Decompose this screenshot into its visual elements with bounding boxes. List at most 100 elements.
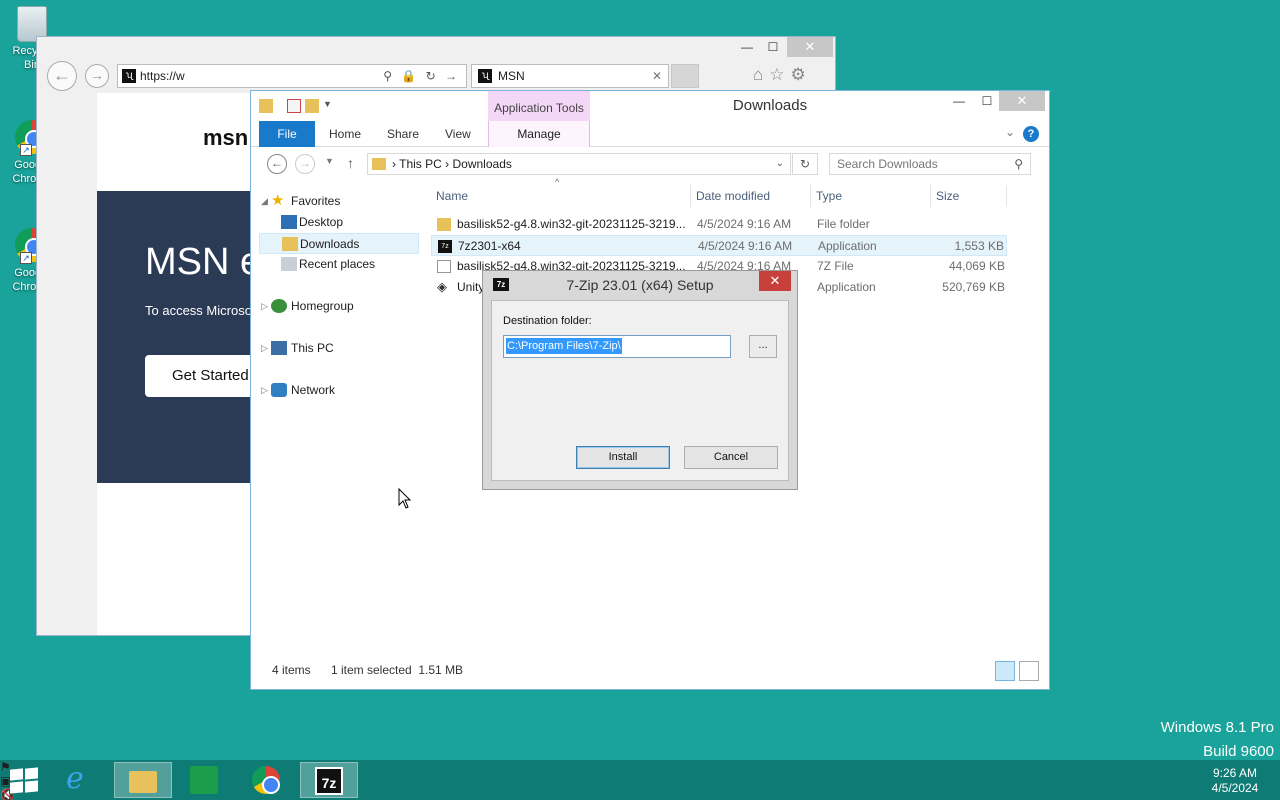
back-button[interactable]: ← [267,154,287,174]
dialog-body: Destination folder: C:\Program Files\7-Z… [491,300,789,481]
nav-this-pc[interactable]: ▷ This PC [259,338,419,359]
close-button[interactable]: ✕ [999,91,1045,111]
maximize-button[interactable]: ☐ [759,37,787,57]
taskbar-ie[interactable]: e [52,762,110,798]
shortcut-arrow-icon: ↗ [20,144,32,156]
large-icons-view-button[interactable] [1019,661,1039,681]
minimize-button[interactable]: — [733,37,761,57]
expand-icon[interactable]: ◢ [261,191,268,212]
clock[interactable]: 9:26 AM 4/5/2024 [1200,766,1270,796]
column-type[interactable]: Type [811,185,931,207]
nav-homegroup[interactable]: ▷ Homegroup [259,296,419,317]
file-row[interactable]: 7z 7z2301-x64 4/5/2024 9:16 AM Applicati… [431,235,1007,256]
star-icon: ★ [271,192,285,209]
destination-folder-label: Destination folder: [503,315,592,327]
column-headers: Name ^ Date modified Type Size [431,177,1007,207]
install-button[interactable]: Install [576,446,670,469]
navigation-pane: ◢ ★ Favorites Desktop Downloads Recent pla… [259,191,419,401]
expand-icon[interactable]: ▷ [261,296,268,317]
address-tools[interactable]: ⚲ 🔒 ↻ → [383,65,460,87]
get-started-button[interactable]: Get Started [145,355,251,397]
dialog-title: 7-Zip 23.01 (x64) Setup [566,277,714,293]
help-icon[interactable]: ? [1023,126,1039,142]
ie-icon: e [66,761,84,796]
tab-home[interactable]: Home [329,121,361,147]
ie-titlebar: ← → ʯ https://w ⚲ 🔒 ↻ → ʯ MSN ✕ ⌂☆⚙ — ☐ … [37,37,835,93]
file-icon [437,260,451,273]
recent-locations-icon[interactable]: ▼ [325,156,334,166]
taskbar: e 7z ⚑ ▣ 🔇 9:26 AM 4/5/2024 [0,760,1280,800]
computer-icon [271,341,287,355]
msn-favicon-icon: ʯ [478,69,492,83]
close-tab-icon[interactable]: ✕ [652,65,662,87]
forward-button[interactable]: → [295,154,315,174]
up-button[interactable]: ↑ [347,155,354,171]
minimize-button[interactable]: — [945,91,973,111]
column-size[interactable]: Size [931,185,1007,207]
tab-share[interactable]: Share [387,121,419,147]
recent-places-icon [281,257,297,271]
forward-button[interactable]: → [85,64,109,88]
windows-logo-icon [10,768,23,781]
setup-dialog: 7z 7-Zip 23.01 (x64) Setup ✕ Destination… [482,270,798,490]
breadcrumb-downloads[interactable]: Downloads [453,157,512,171]
tab-view[interactable]: View [445,121,471,147]
address-bar[interactable]: ʯ https://w ⚲ 🔒 ↻ → [117,64,467,88]
search-input[interactable]: Search Downloads ⚲ [829,153,1031,175]
cancel-button[interactable]: Cancel [684,446,778,469]
chevron-down-icon[interactable]: ⌄ [1005,125,1015,139]
destination-folder-input[interactable]: C:\Program Files\7-Zip\ [503,335,731,358]
back-button[interactable]: ← [47,61,77,91]
browser-tab-msn[interactable]: ʯ MSN ✕ [471,64,669,88]
downloads-folder-icon [282,237,298,251]
nav-favorites[interactable]: ◢ ★ Favorites [259,191,419,212]
taskbar-store[interactable] [176,762,234,798]
column-date-modified[interactable]: Date modified [691,185,811,207]
ie-toolbar-icons[interactable]: ⌂☆⚙ [753,65,812,85]
msn-hero: MSN e To access Microso Get Started [97,191,251,483]
taskbar-file-explorer[interactable] [114,762,172,798]
breadcrumb-this-pc[interactable]: This PC [399,157,442,171]
msn-favicon-icon: ʯ [122,69,136,83]
close-button[interactable]: ✕ [759,271,791,291]
expand-icon[interactable]: ▷ [261,338,268,359]
new-tab-button[interactable] [671,64,699,88]
taskbar-chrome[interactable] [238,762,296,798]
details-view-button[interactable] [995,661,1015,681]
unity-icon: ◈ [437,281,447,294]
7zip-icon: 7z [438,240,452,253]
explorer-titlebar: ▼ Application Tools Downloads — ☐ ✕ [251,91,1049,121]
taskbar-7zip[interactable]: 7z [300,762,358,798]
nav-network[interactable]: ▷ Network [259,380,419,401]
nav-downloads[interactable]: Downloads [259,233,419,254]
homegroup-icon [271,299,287,313]
navigation-bar: ← → ▼ ↑ › This PC › Downloads ⌄ ↻ Search… [251,151,1049,179]
msn-headline: MSN e [145,241,251,283]
nav-desktop[interactable]: Desktop [259,212,419,233]
nav-recent-places[interactable]: Recent places [259,254,419,275]
expand-icon[interactable]: ▷ [261,380,268,401]
file-row[interactable]: basilisk52-g4.8.win32-git-20231125-3219.… [431,214,1007,235]
browse-button[interactable]: ... [749,335,777,358]
explorer-title: Downloads [732,97,808,114]
search-icon: ⚲ [1014,157,1023,171]
sort-ascending-icon: ^ [555,177,560,187]
network-icon [271,383,287,397]
maximize-button[interactable]: ☐ [973,91,1001,111]
file-explorer-icon [129,771,157,793]
breadcrumb[interactable]: › This PC › Downloads ⌄ [367,153,791,175]
folder-icon [437,218,451,231]
selection-info: 1 item selected 1.51 MB [331,663,464,677]
refresh-button[interactable]: ↻ [792,153,818,175]
tab-manage[interactable]: Manage [488,121,590,147]
desktop-icon [281,215,297,229]
item-count: 4 items [272,663,311,677]
tab-title: MSN [498,69,525,83]
start-button[interactable] [10,767,38,794]
chevron-down-icon[interactable]: ⌄ [776,154,784,174]
close-button[interactable]: ✕ [787,37,833,57]
ribbon: File Home Share View Manage ⌄ ? [251,121,1049,147]
column-name[interactable]: Name [431,185,691,207]
windows-watermark: Windows 8.1 Pro Build 9600 [1160,719,1274,760]
tab-file[interactable]: File [259,121,315,147]
